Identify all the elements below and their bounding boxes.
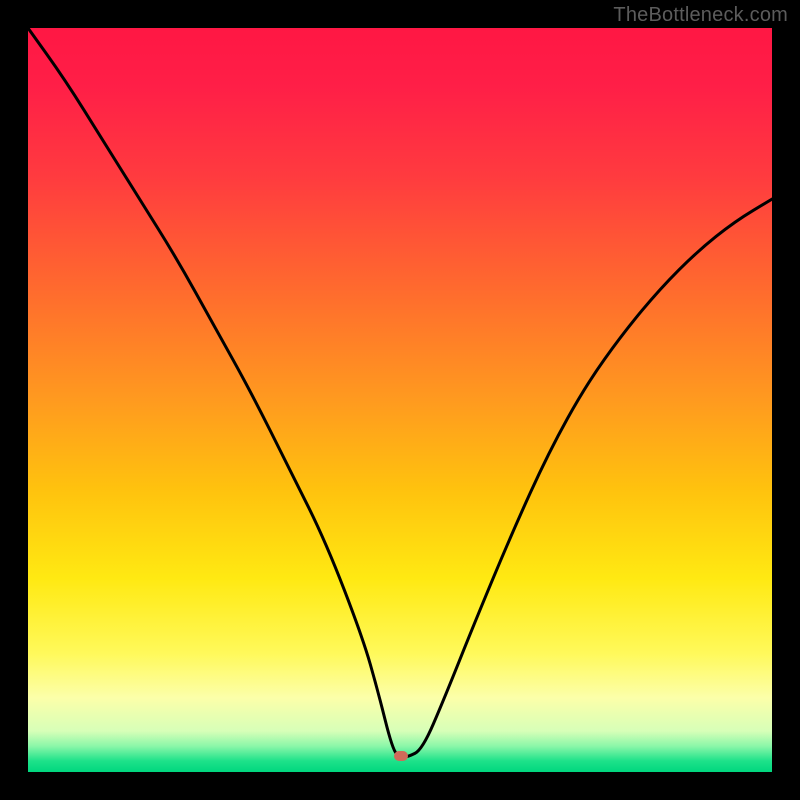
bottleneck-curve [28,28,772,772]
optimum-marker [394,751,408,761]
watermark-text: TheBottleneck.com [613,4,788,27]
chart-frame: TheBottleneck.com [0,0,800,800]
plot-area [28,28,772,772]
